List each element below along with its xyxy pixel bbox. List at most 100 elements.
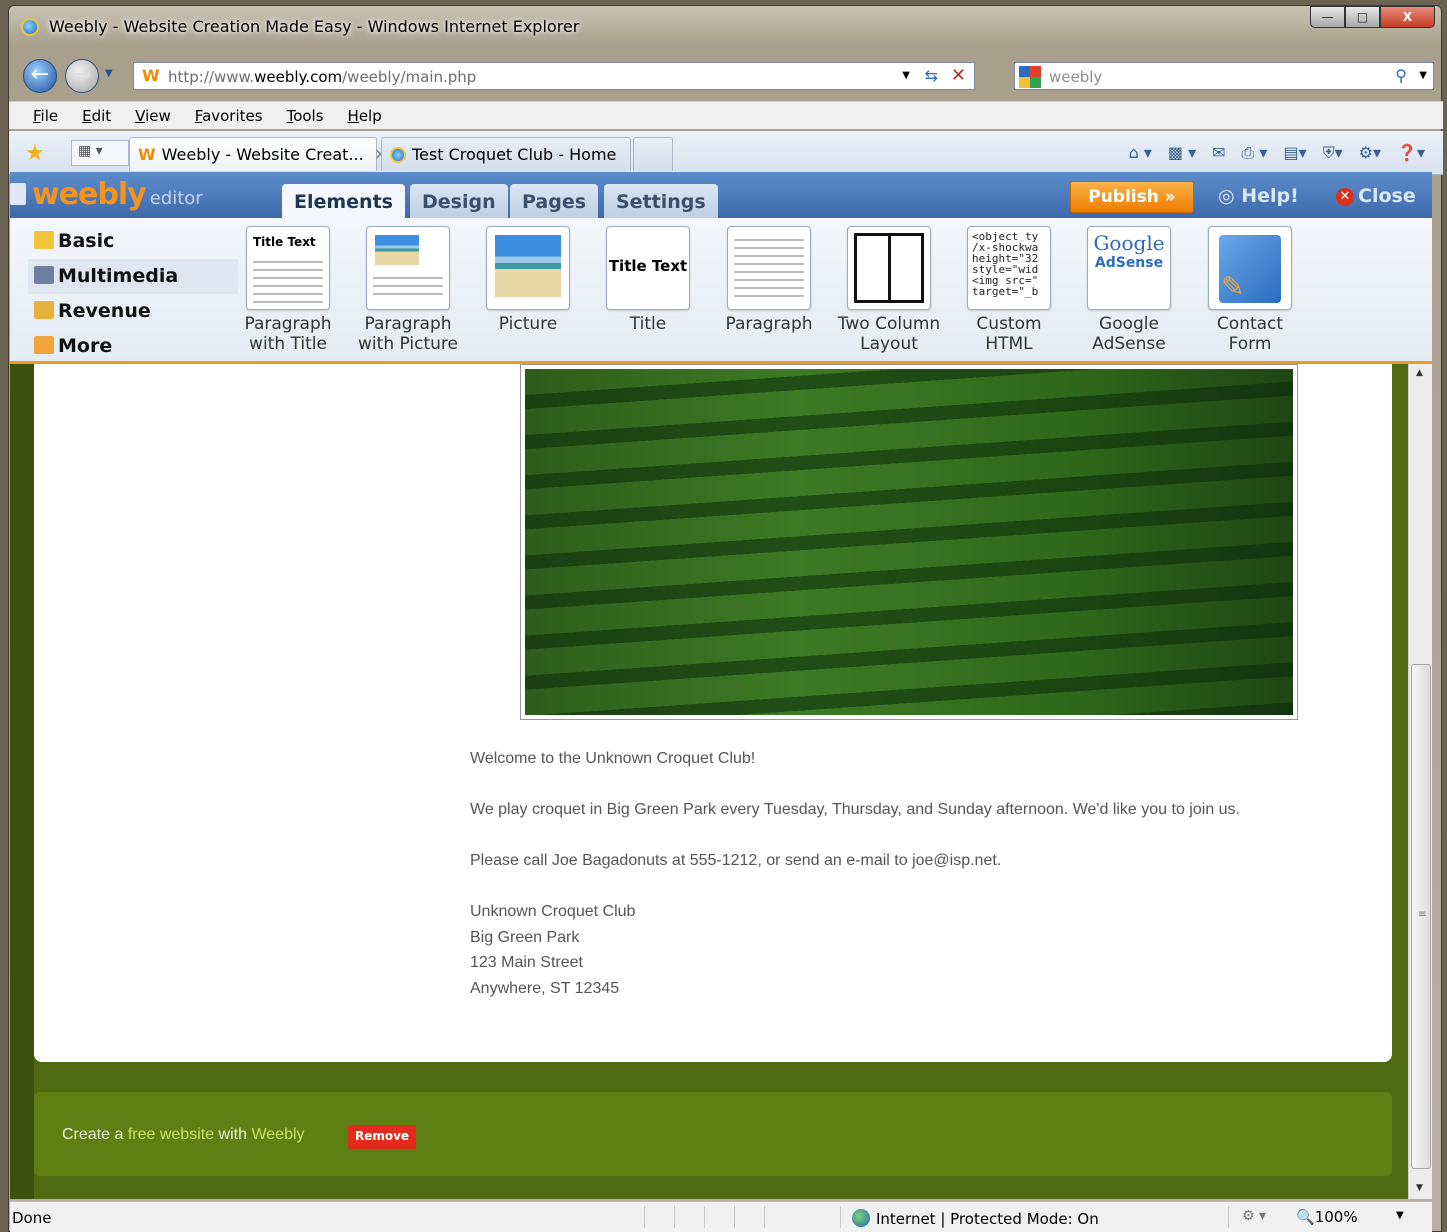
address-url[interactable]: http://www.weebly.com/weebly/main.php: [168, 68, 476, 86]
element-google-adsense[interactable]: Google AdSense Google AdSense: [1069, 226, 1189, 354]
address-row: ← → ▼ W http://www.weebly.com/weebly/mai…: [9, 56, 1443, 98]
element-picture[interactable]: Picture: [468, 226, 588, 334]
weebly-link[interactable]: Weebly: [251, 1126, 304, 1143]
category-basic[interactable]: Basic: [28, 224, 238, 259]
category-revenue[interactable]: Revenue: [28, 294, 238, 329]
help-button[interactable]: ◎ Help!: [1218, 185, 1299, 207]
club-address[interactable]: Unknown Croquet Club Big Green Park 123 …: [470, 899, 635, 1001]
close-editor-button[interactable]: ✕ Close: [1336, 185, 1416, 207]
help-icon[interactable]: ❓▾: [1397, 143, 1425, 163]
paragraph-with-picture-preview: [366, 226, 450, 310]
elements-toolbar: Basic Multimedia Revenue More Title Text…: [10, 218, 1432, 364]
multimedia-icon: [34, 266, 54, 284]
category-more[interactable]: More: [28, 329, 238, 364]
home-icon[interactable]: ⌂ ▾: [1129, 143, 1152, 163]
weebly-logo-icon: [10, 183, 26, 205]
protected-mode-icon[interactable]: ⚙ ▾: [1242, 1208, 1266, 1224]
category-multimedia[interactable]: Multimedia: [28, 259, 238, 294]
print-icon[interactable]: ⎙ ▾: [1242, 143, 1268, 163]
croquet-lawn-photo[interactable]: [520, 364, 1298, 720]
search-options-icon[interactable]: ▼: [1419, 70, 1427, 81]
search-box[interactable]: weebly ⚲ ▼: [1014, 62, 1434, 90]
element-contact-form[interactable]: ContactForm: [1190, 226, 1310, 354]
paragraph-with-title-preview: Title Text: [246, 226, 330, 310]
element-paragraph-with-title[interactable]: Title Text Paragraph with Title: [228, 226, 348, 354]
revenue-icon: [34, 301, 54, 319]
contact-form-icon: [1208, 226, 1292, 310]
weebly-logo: weebly editor: [32, 177, 203, 212]
feeds-icon[interactable]: ▩ ▾: [1168, 143, 1196, 163]
recent-pages-dropdown-icon[interactable]: ▼: [105, 68, 113, 79]
security-zone[interactable]: Internet | Protected Mode: On: [852, 1209, 1099, 1228]
vertical-scrollbar[interactable]: ▲ ≡ ▼: [1408, 364, 1432, 1199]
content-card: Welcome to the Unknown Croquet Club! We …: [34, 364, 1392, 1062]
schedule-paragraph[interactable]: We play croquet in Big Green Park every …: [470, 797, 1240, 823]
custom-html-preview: <object ty /x-shockwa height="32 style="…: [967, 226, 1051, 310]
element-title[interactable]: Title Text Title: [588, 226, 708, 334]
search-input[interactable]: weebly: [1049, 68, 1102, 86]
stop-icon[interactable]: ✕: [951, 65, 966, 86]
ie-logo-icon: [21, 18, 39, 36]
tab-label: Test Croquet Club - Home: [412, 145, 617, 164]
address-dropdown-icon[interactable]: ▼: [902, 70, 910, 81]
forward-button[interactable]: →: [65, 59, 99, 93]
menu-edit[interactable]: Edit: [82, 107, 111, 125]
publish-button[interactable]: Publish »: [1070, 181, 1194, 213]
tab-test-croquet-club[interactable]: Test Croquet Club - Home: [381, 137, 631, 171]
ie-favicon: [390, 147, 406, 163]
zoom-dropdown-icon[interactable]: ▼: [1396, 1210, 1404, 1221]
scrollbar-thumb[interactable]: ≡: [1411, 664, 1431, 1169]
status-text: Done: [12, 1209, 52, 1227]
address-line: Anywhere, ST 12345: [470, 979, 620, 997]
tools-gear-icon[interactable]: ⚙▾: [1359, 143, 1381, 163]
element-paragraph-with-picture[interactable]: Paragraph with Picture: [348, 226, 468, 354]
scroll-down-icon[interactable]: ▼: [1416, 1183, 1423, 1193]
scroll-up-icon[interactable]: ▲: [1416, 368, 1423, 378]
page-icon[interactable]: ▤▾: [1283, 143, 1306, 163]
menu-tools[interactable]: Tools: [287, 107, 324, 125]
remove-footer-button[interactable]: Remove: [348, 1125, 416, 1149]
menu-favorites[interactable]: Favorites: [195, 107, 263, 125]
minimize-button[interactable]: —: [1310, 6, 1345, 28]
close-window-button[interactable]: X: [1380, 6, 1435, 28]
zoom-level[interactable]: 🔍100%: [1296, 1208, 1358, 1226]
close-x-icon: ✕: [1336, 188, 1354, 206]
mail-icon[interactable]: ✉: [1212, 143, 1225, 163]
element-custom-html[interactable]: <object ty /x-shockwa height="32 style="…: [949, 226, 1069, 354]
element-paragraph[interactable]: Paragraph: [709, 226, 829, 334]
safety-icon[interactable]: ⛨▾: [1323, 143, 1343, 163]
more-icon: [34, 336, 54, 354]
new-tab-button[interactable]: [633, 137, 673, 171]
basic-icon: [34, 231, 54, 249]
search-icon[interactable]: ⚲: [1395, 66, 1407, 85]
tab-elements[interactable]: Elements: [282, 184, 405, 220]
back-button[interactable]: ←: [23, 59, 57, 93]
address-bar[interactable]: W http://www.weebly.com/weebly/main.php …: [133, 62, 975, 90]
window-controls: — □ X: [1310, 6, 1435, 28]
globe-icon: [852, 1209, 870, 1227]
tab-label: Weebly - Website Creat...: [161, 145, 364, 164]
menu-view[interactable]: View: [135, 107, 171, 125]
tab-pages[interactable]: Pages: [510, 184, 599, 220]
element-two-column-layout[interactable]: Two Column Layout: [829, 226, 949, 354]
refresh-icon[interactable]: ⇆: [925, 66, 938, 85]
search-provider-icon: [1019, 66, 1041, 88]
menu-help[interactable]: Help: [348, 107, 382, 125]
free-website-link[interactable]: free website: [128, 1126, 214, 1143]
welcome-paragraph[interactable]: Welcome to the Unknown Croquet Club!: [470, 746, 755, 772]
tab-weebly[interactable]: WWeebly - Website Creat...✕: [129, 137, 387, 171]
favorites-star-icon[interactable]: ★: [25, 141, 45, 166]
menu-file[interactable]: File: [33, 107, 58, 125]
page-background-edge: [10, 364, 34, 1199]
title-preview: Title Text: [606, 226, 690, 310]
two-column-preview-icon: [847, 226, 931, 310]
maximize-button[interactable]: □: [1345, 6, 1380, 28]
window-title: Weebly - Website Creation Made Easy - Wi…: [49, 17, 580, 36]
tab-settings[interactable]: Settings: [604, 184, 718, 220]
adsense-preview: Google AdSense: [1087, 226, 1171, 310]
tab-design[interactable]: Design: [410, 184, 508, 220]
contact-paragraph[interactable]: Please call Joe Bagadonuts at 555-1212, …: [470, 848, 1001, 874]
paragraph-preview: [727, 226, 811, 310]
weebly-editor-header: weebly editor Elements Design Pages Setti…: [10, 172, 1432, 220]
quick-tabs-button[interactable]: ▦ ▾: [71, 140, 129, 166]
